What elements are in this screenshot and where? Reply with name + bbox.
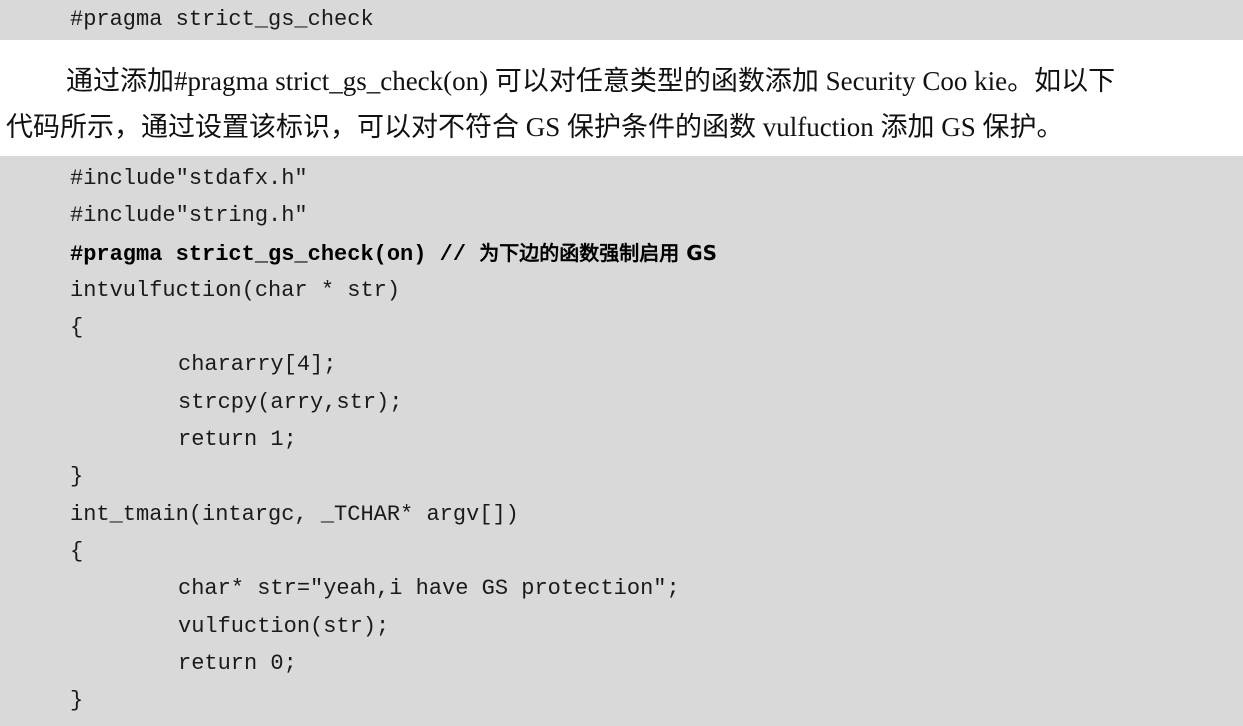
body-paragraph: 通过添加#pragma strict_gs_check(on) 可以对任意类型的…	[6, 58, 1238, 150]
code-line-pragma: #pragma strict_gs_check(on) // 为下边的函数强制启…	[70, 235, 1243, 272]
code-listing: #include"stdafx.h" #include"string.h" #p…	[0, 156, 1243, 726]
code-line-open-brace: {	[70, 315, 84, 341]
code-line-strcpy: strcpy(arry,str);	[178, 389, 403, 415]
code-line-return-0: return 0;	[178, 650, 297, 676]
code-line-return-1: return 1;	[178, 427, 297, 453]
code-line-array-decl: chararry[4];	[178, 352, 337, 378]
code-line-main-close-brace: }	[70, 688, 84, 714]
code-line-call-vulfuction: vulfuction(str);	[178, 613, 390, 639]
code-text: #pragma strict_gs_check	[70, 7, 374, 32]
code-line-str-decl: char* str="yeah,i have GS protection";	[178, 576, 680, 602]
code-line-func-signature: intvulfuction(char * str)	[70, 277, 401, 303]
code-line-include-string: #include"string.h"	[70, 203, 308, 229]
pragma-code: #pragma strict_gs_check(on) //	[70, 241, 480, 267]
paragraph-line-2: 代码所示，通过设置该标识，可以对不符合 GS 保护条件的函数 vulfuctio…	[6, 112, 1064, 142]
code-line-close-brace: }	[70, 464, 84, 490]
code-line-include-stdafx: #include"stdafx.h"	[70, 166, 308, 191]
code-line-main-open-brace: {	[70, 538, 84, 564]
paragraph-line-1: 通过添加#pragma strict_gs_check(on) 可以对任意类型的…	[66, 66, 1116, 96]
code-line-main-signature: int_tmain(intargc, _TCHAR* argv[])	[70, 501, 519, 527]
code-snippet-pragma: #pragma strict_gs_check	[0, 0, 1243, 40]
pragma-comment: 为下边的函数强制启用 GS	[479, 240, 718, 265]
